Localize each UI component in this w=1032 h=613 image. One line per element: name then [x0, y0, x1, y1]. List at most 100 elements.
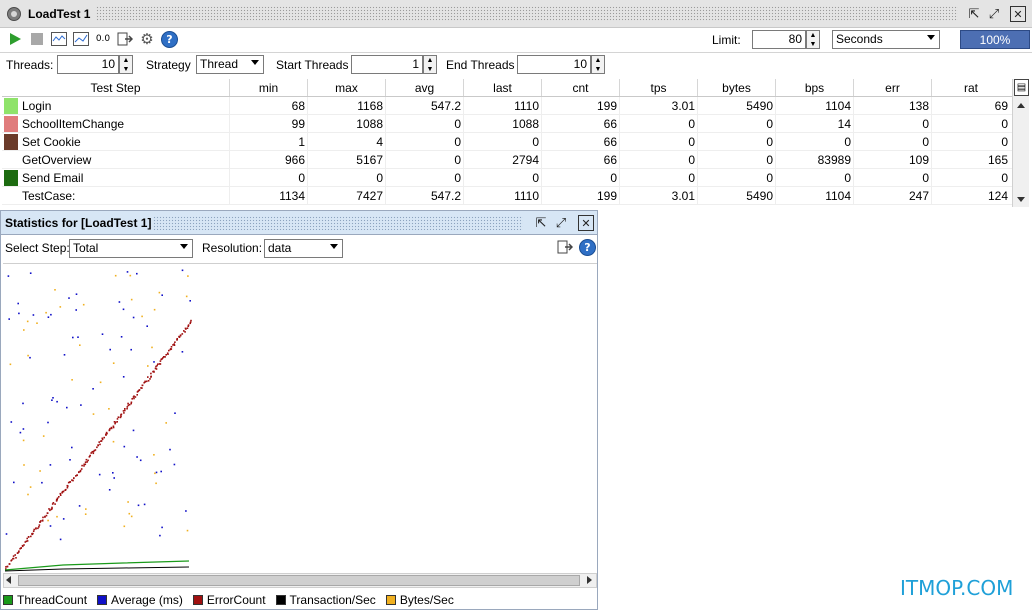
limit-unit-select[interactable]: Seconds: [832, 30, 940, 49]
run-icon[interactable]: [7, 31, 23, 47]
table-row[interactable]: TestCase: 1134 7427 547.2 1110 199 3.01 5490 110…: [2, 187, 1012, 205]
error-count-point: [14, 554, 16, 556]
options-graph-icon[interactable]: [51, 31, 67, 47]
column-header-max[interactable]: max: [308, 79, 386, 96]
cell-bps: 1104: [776, 97, 854, 114]
error-count-point: [153, 371, 155, 373]
export-icon[interactable]: [117, 31, 133, 47]
statistics-graph-icon[interactable]: [73, 31, 89, 47]
graph-legend: ThreadCount Average (ms) ErrorCount Transac…: [3, 593, 454, 607]
bytes-sec-point: [108, 408, 110, 410]
bytes-sec-point: [155, 482, 157, 485]
step-name: Set Cookie: [22, 134, 81, 149]
average-point: [130, 348, 132, 351]
reset-counter-icon[interactable]: 0.0: [95, 31, 111, 47]
scroll-down-icon[interactable]: [1017, 197, 1025, 202]
cell-bytes: 0: [698, 169, 776, 186]
end-threads-spinner[interactable]: ▲ ▼: [591, 55, 605, 74]
help-icon[interactable]: ?: [161, 31, 178, 48]
error-count-point: [112, 425, 115, 428]
column-header-test-step[interactable]: Test Step: [2, 79, 230, 96]
end-threads-input[interactable]: 10: [517, 55, 591, 74]
table-row[interactable]: Login 68 1168 547.2 1110 199 3.01 5490 1104 138 69: [2, 97, 1012, 115]
threads-spinner[interactable]: ▲ ▼: [119, 55, 133, 74]
table-row[interactable]: Set Cookie 1 4 0 0 66 0 0 0 0 0: [2, 133, 1012, 151]
bytes-sec-point: [39, 470, 41, 472]
undock-icon[interactable]: ⇱: [966, 6, 982, 22]
help-icon[interactable]: ?: [579, 239, 596, 256]
column-header-err[interactable]: err: [854, 79, 932, 96]
average-point: [92, 388, 94, 390]
step-color-swatch[interactable]: [4, 169, 18, 186]
average-point: [78, 505, 81, 507]
average-point: [32, 314, 35, 316]
legend-item: Average (ms): [97, 593, 183, 607]
table-row[interactable]: Send Email 0 0 0 0 0 0 0 0 0 0: [2, 169, 1012, 187]
select-step-dropdown[interactable]: Total: [69, 239, 193, 258]
legend-label: ErrorCount: [206, 593, 266, 607]
step-color-swatch[interactable]: [4, 188, 18, 204]
error-count-point: [79, 469, 82, 472]
cell-bytes: 5490: [698, 97, 776, 114]
limit-input[interactable]: 80: [752, 30, 806, 49]
cell-err: 109: [854, 151, 932, 168]
bytes-sec-point: [56, 515, 58, 518]
column-header-rat[interactable]: rat: [932, 79, 1010, 96]
error-count-point: [26, 537, 28, 540]
cell-bps: 1104: [776, 187, 854, 204]
scroll-left-icon[interactable]: [6, 576, 11, 584]
column-header-bytes[interactable]: bytes: [698, 79, 776, 96]
column-header-tps[interactable]: tps: [620, 79, 698, 96]
table-vertical-scrollbar[interactable]: ▤: [1012, 79, 1029, 207]
column-header-avg[interactable]: avg: [386, 79, 464, 96]
limit-spinner[interactable]: ▲ ▼: [806, 30, 820, 49]
start-threads-input[interactable]: 1: [351, 55, 423, 74]
maximize-icon[interactable]: ⤢: [553, 215, 569, 231]
error-count-point: [12, 557, 15, 560]
error-count-point: [141, 384, 144, 387]
bytes-sec-point: [9, 363, 12, 366]
column-header-bps[interactable]: bps: [776, 79, 854, 96]
error-count-point: [189, 321, 192, 324]
resolution-dropdown[interactable]: data: [264, 239, 343, 258]
error-count-point: [103, 436, 105, 439]
titlebar-grip[interactable]: [96, 6, 958, 21]
close-icon[interactable]: ✕: [578, 215, 594, 231]
scroll-thumb[interactable]: [18, 575, 580, 586]
undock-icon[interactable]: ⇱: [533, 215, 549, 231]
close-icon[interactable]: ✕: [1010, 6, 1026, 22]
cell-rat: 0: [1001, 117, 1008, 131]
stop-icon[interactable]: [29, 31, 45, 47]
maximize-icon[interactable]: ⤢: [986, 6, 1002, 22]
start-threads-spinner[interactable]: ▲ ▼: [423, 55, 437, 74]
step-color-swatch[interactable]: [4, 152, 18, 168]
graph-horizontal-scrollbar[interactable]: [3, 573, 597, 588]
cell-max: 4: [308, 133, 386, 150]
cell-avg: 0: [386, 151, 464, 168]
cell-max: 0: [308, 169, 386, 186]
threads-input[interactable]: 10: [57, 55, 119, 74]
strategy-value: Thread: [200, 57, 239, 71]
strategy-select[interactable]: Thread: [196, 55, 264, 74]
export-icon[interactable]: [557, 239, 573, 255]
error-count-point: [92, 452, 95, 455]
step-color-swatch[interactable]: [4, 115, 18, 132]
column-header-min[interactable]: min: [230, 79, 308, 96]
step-color-swatch[interactable]: [4, 97, 18, 114]
scroll-right-icon[interactable]: [587, 576, 592, 584]
table-row[interactable]: GetOverview 966 5167 0 2794 66 0 0 83989 109 165: [2, 151, 1012, 169]
step-color-swatch[interactable]: [4, 133, 18, 150]
average-point: [19, 431, 22, 434]
cell-bps: 14: [776, 115, 854, 132]
scroll-up-icon[interactable]: [1017, 103, 1025, 108]
gear-icon[interactable]: ⚙: [139, 30, 155, 48]
column-header-last[interactable]: last: [464, 79, 542, 96]
error-count-point: [84, 463, 87, 466]
column-header-cnt[interactable]: cnt: [542, 79, 620, 96]
table-row[interactable]: SchoolItemChange 99 1088 0 1088 66 0 0 14 0 0: [2, 115, 1012, 133]
panel-grip[interactable]: [153, 216, 523, 230]
average-point: [72, 336, 74, 339]
error-count-point: [123, 412, 125, 414]
column-chooser-icon[interactable]: ▤: [1014, 79, 1029, 96]
error-count-point: [52, 502, 55, 504]
